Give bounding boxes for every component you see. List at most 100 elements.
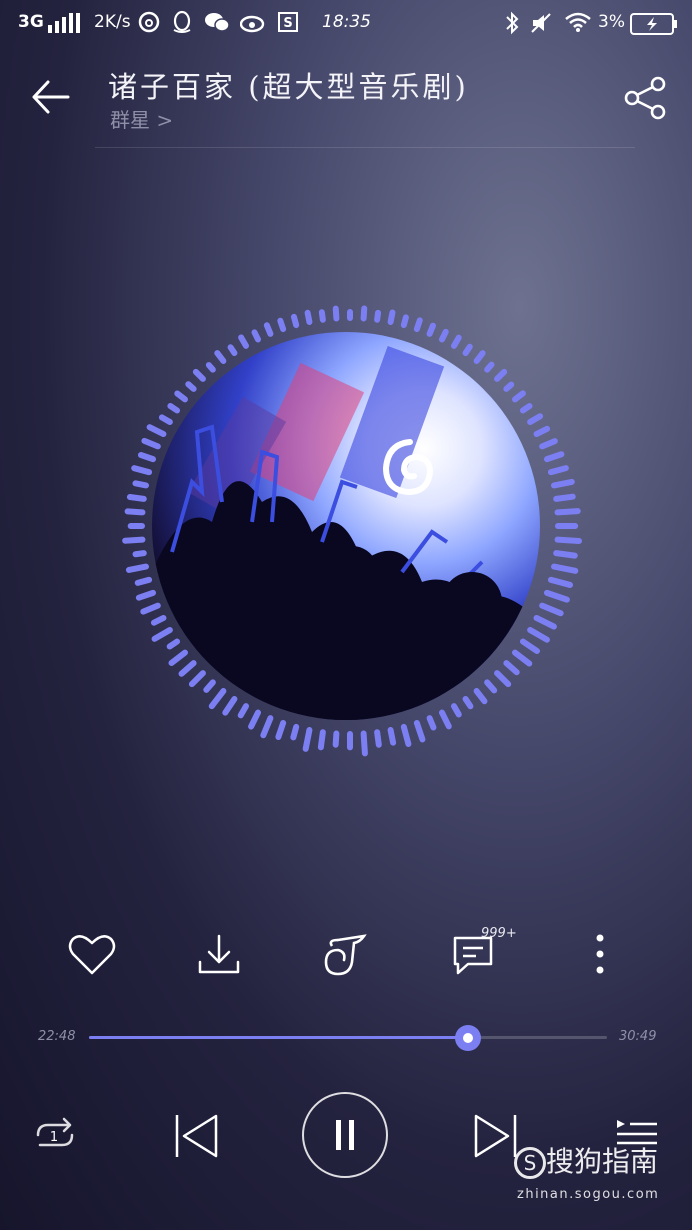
visualizer-bar bbox=[527, 413, 544, 425]
visualizer-bar bbox=[512, 390, 526, 403]
network-type: 3G bbox=[18, 12, 44, 32]
visualizer-bar bbox=[185, 381, 197, 392]
visualizer-bar bbox=[551, 478, 575, 489]
visualizer-bar bbox=[374, 729, 382, 748]
play-pause-button[interactable] bbox=[302, 1092, 388, 1178]
download-icon[interactable] bbox=[192, 928, 246, 982]
visualizer-bar bbox=[237, 703, 249, 719]
battery-percent: 3% bbox=[598, 12, 625, 32]
song-title: 诸子百家 (超大型音乐剧) bbox=[108, 70, 469, 104]
visualizer-bar bbox=[124, 508, 146, 516]
visualizer-bar bbox=[205, 362, 216, 373]
progress-bar[interactable] bbox=[89, 1025, 607, 1051]
visualizer-bar bbox=[533, 614, 557, 630]
visualizer-bar bbox=[494, 670, 512, 688]
visualizer-bar bbox=[137, 452, 157, 463]
repeat-one-icon[interactable]: 1 bbox=[30, 1113, 80, 1157]
visualizer-bar bbox=[512, 649, 533, 667]
network-speed: 2K/s bbox=[94, 12, 131, 32]
total-time: 30:49 bbox=[619, 1029, 657, 1044]
visualizer-bar bbox=[413, 719, 426, 743]
progress-thumb[interactable] bbox=[455, 1025, 482, 1051]
wechat-icon bbox=[205, 13, 230, 32]
visualizer-bar bbox=[551, 563, 579, 574]
visualizer-bar bbox=[214, 350, 227, 364]
visualizer-bar bbox=[131, 465, 153, 476]
visualizer-bar bbox=[140, 602, 161, 615]
svg-text:1: 1 bbox=[50, 1130, 58, 1145]
previous-icon[interactable] bbox=[172, 1112, 222, 1160]
visualizer-bar bbox=[426, 715, 437, 731]
visualizer-bar bbox=[275, 719, 287, 741]
visualizer-bar bbox=[547, 465, 569, 476]
album-art-image bbox=[152, 345, 540, 720]
visualizer-bar bbox=[438, 709, 452, 730]
visualizer-bar bbox=[484, 679, 498, 694]
next-icon[interactable] bbox=[470, 1112, 520, 1160]
visualizer-bar bbox=[151, 627, 173, 642]
visualizer-bar bbox=[554, 508, 581, 516]
visualizer-bar bbox=[519, 638, 540, 654]
netease-logo-icon bbox=[382, 439, 434, 496]
visualizer-bar bbox=[527, 627, 550, 643]
visualizer-bar bbox=[553, 550, 578, 559]
visualizer-bar bbox=[317, 729, 326, 751]
visualizer-bar bbox=[174, 390, 188, 403]
visualizer-bar bbox=[277, 317, 287, 333]
visualizer-bar bbox=[178, 660, 197, 677]
visualizer-bar bbox=[462, 343, 473, 357]
netease-music-icon bbox=[138, 11, 160, 33]
visualizer-bar bbox=[413, 317, 423, 333]
visualizer-bar bbox=[318, 309, 326, 323]
more-icon[interactable] bbox=[573, 928, 627, 982]
sogou-logo-icon: S bbox=[514, 1147, 546, 1179]
visualizer-bar bbox=[150, 614, 167, 626]
visualizer-bar bbox=[387, 727, 397, 746]
visualizer-bar bbox=[122, 536, 146, 544]
status-bar: 3G 2K/s S 18:35 3% bbox=[0, 0, 692, 48]
visualizer-bar bbox=[503, 381, 515, 392]
visualizer-bar bbox=[302, 727, 313, 752]
progress-fill bbox=[89, 1036, 469, 1039]
visualizer-bar bbox=[222, 695, 238, 716]
bluetooth-icon bbox=[506, 11, 519, 35]
visualizer-bar bbox=[188, 670, 206, 688]
visualizer-bar bbox=[519, 403, 533, 414]
visualizer-bar bbox=[304, 309, 313, 325]
visualizer-bar bbox=[192, 368, 206, 382]
visualizer-bar bbox=[494, 368, 508, 382]
visualizer-bar bbox=[125, 563, 149, 573]
share-icon[interactable] bbox=[622, 74, 670, 122]
music-note-icon[interactable] bbox=[318, 928, 372, 982]
visualizer-bar bbox=[374, 309, 382, 323]
visualizer-bar bbox=[135, 589, 157, 601]
visualizer-bar bbox=[360, 730, 368, 757]
pause-icon bbox=[336, 1120, 354, 1150]
visualizer-bar bbox=[158, 414, 173, 425]
back-button[interactable] bbox=[28, 74, 78, 120]
header: 诸子百家 (超大型音乐剧) 群星 > bbox=[0, 48, 692, 148]
visualizer-bar bbox=[426, 322, 436, 337]
heart-icon[interactable] bbox=[65, 928, 119, 982]
visualizer-bar bbox=[332, 305, 340, 322]
visualizer-bar bbox=[251, 329, 262, 343]
signal-icon bbox=[48, 13, 80, 33]
header-divider bbox=[95, 147, 635, 148]
visualizer-bar bbox=[484, 361, 495, 373]
album-cover[interactable] bbox=[152, 332, 540, 720]
visualizer-bar bbox=[503, 660, 520, 676]
s-app-icon: S bbox=[278, 12, 298, 32]
visualizer-bar bbox=[543, 451, 565, 463]
visualizer-bar bbox=[290, 723, 300, 741]
visualizer-bar bbox=[290, 313, 300, 329]
visualizer-bar bbox=[238, 334, 249, 349]
visualizer-bar bbox=[547, 576, 574, 588]
artist-link[interactable]: 群星 > bbox=[110, 104, 173, 133]
visualizer-bar bbox=[473, 350, 486, 364]
visualizer-bar bbox=[146, 424, 167, 438]
visualizer-bar bbox=[539, 602, 564, 617]
visualizer-bar bbox=[400, 723, 412, 748]
watermark-logo: S 搜狗指南 bbox=[514, 1140, 658, 1180]
visualizer-bar bbox=[168, 649, 188, 666]
visualizer-bar bbox=[360, 305, 368, 322]
